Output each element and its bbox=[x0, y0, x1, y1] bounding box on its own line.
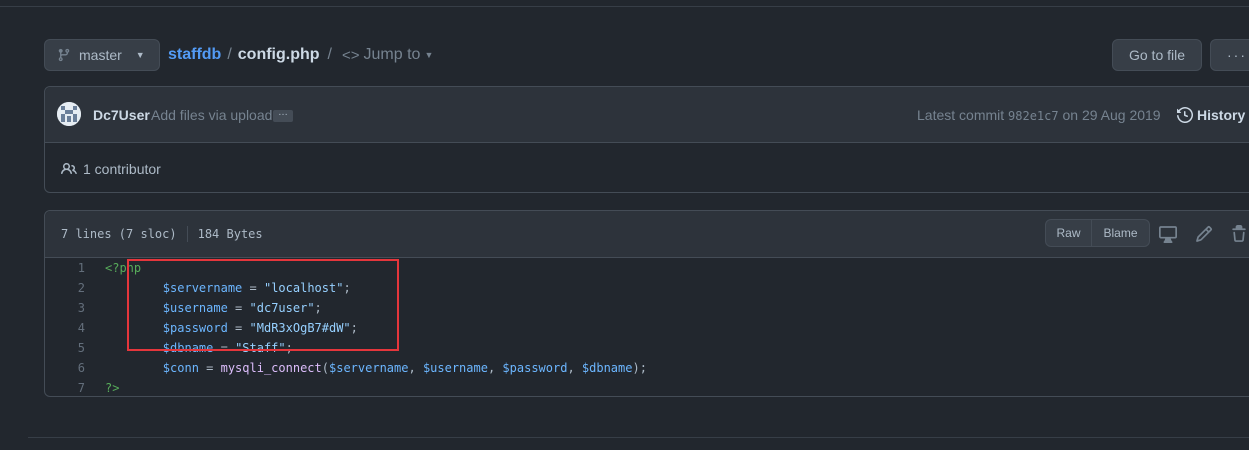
raw-button[interactable]: Raw bbox=[1045, 219, 1092, 247]
code-token: , bbox=[487, 361, 503, 375]
code-token: ); bbox=[632, 361, 647, 375]
raw-blame-group: Raw Blame bbox=[1045, 219, 1150, 247]
breadcrumb: staffdb / config.php / <> Jump to ▼ bbox=[168, 46, 433, 64]
code-token: $dbname bbox=[581, 361, 633, 375]
line-number[interactable]: 4 bbox=[45, 318, 105, 338]
go-to-file-button[interactable]: Go to file bbox=[1112, 39, 1202, 71]
code-token: mysqli_connect bbox=[220, 361, 322, 375]
code-token: $servername bbox=[329, 361, 409, 375]
commit-sha-link[interactable]: 982e1c7 bbox=[1008, 109, 1059, 123]
highlight-box bbox=[127, 259, 399, 351]
code-content: ?> bbox=[105, 378, 119, 398]
people-icon bbox=[61, 162, 77, 175]
file-size: 184 Bytes bbox=[197, 227, 263, 241]
code-token: ( bbox=[321, 361, 329, 375]
avatar[interactable] bbox=[57, 102, 81, 126]
commit-date: on 29 Aug 2019 bbox=[1062, 107, 1161, 123]
breadcrumb-separator: / bbox=[227, 46, 232, 63]
code-token: ?> bbox=[105, 381, 120, 395]
latest-commit-info: Latest commit 982e1c7 on 29 Aug 2019 bbox=[917, 107, 1161, 123]
breadcrumb-separator-2: / bbox=[327, 46, 332, 63]
commit-author-link[interactable]: Dc7User bbox=[93, 107, 150, 123]
bottom-divider bbox=[28, 437, 1249, 438]
file-line-count: 7 lines (7 sloc) bbox=[61, 227, 177, 241]
code-content: $conn = mysqli_connect($servername, $use… bbox=[105, 358, 647, 378]
breadcrumb-repo-link[interactable]: staffdb bbox=[168, 46, 221, 64]
code-token: = bbox=[198, 361, 221, 375]
history-link[interactable]: History bbox=[1177, 107, 1245, 123]
pencil-icon[interactable] bbox=[1195, 225, 1213, 243]
commit-expand-button[interactable]: … bbox=[273, 108, 293, 122]
blame-button[interactable]: Blame bbox=[1092, 219, 1150, 247]
code-token: , bbox=[567, 361, 582, 375]
code-line: 6 $conn = mysqli_connect($servername, $u… bbox=[45, 358, 1249, 378]
branch-select-button[interactable]: master ▼ bbox=[44, 39, 160, 71]
more-options-button[interactable]: ··· bbox=[1210, 39, 1249, 71]
commit-box: Dc7User Add files via upload … Latest co… bbox=[44, 86, 1249, 193]
commit-message-link[interactable]: Add files via upload bbox=[151, 107, 272, 123]
line-number[interactable]: 2 bbox=[45, 278, 105, 298]
chevron-down-icon: ▼ bbox=[424, 50, 434, 60]
code-token: $password bbox=[502, 361, 568, 375]
line-number[interactable]: 7 bbox=[45, 378, 105, 398]
contributors-label: 1 contributor bbox=[83, 161, 161, 177]
git-branch-icon bbox=[58, 48, 70, 62]
jump-to-button[interactable]: <> Jump to ▼ bbox=[342, 46, 433, 64]
line-number[interactable]: 5 bbox=[45, 338, 105, 358]
line-number[interactable]: 3 bbox=[45, 298, 105, 318]
code-token: $conn bbox=[162, 361, 199, 375]
code-line: 7 ?> bbox=[45, 378, 1249, 398]
commit-header: Dc7User Add files via upload … Latest co… bbox=[45, 87, 1249, 143]
line-number[interactable]: 1 bbox=[45, 258, 105, 278]
file-info-divider bbox=[186, 226, 188, 242]
code-icon: <> bbox=[342, 46, 360, 64]
breadcrumb-file: config.php bbox=[237, 46, 320, 63]
line-number[interactable]: 6 bbox=[45, 358, 105, 378]
latest-commit-label: Latest commit bbox=[917, 107, 1005, 123]
chevron-down-icon: ▼ bbox=[135, 50, 145, 60]
history-label: History bbox=[1197, 107, 1246, 123]
file-header: 7 lines (7 sloc) 184 Bytes Raw Blame bbox=[45, 211, 1249, 258]
code-token: , bbox=[408, 361, 423, 375]
desktop-icon[interactable] bbox=[1159, 225, 1177, 243]
file-info: 7 lines (7 sloc) 184 Bytes bbox=[61, 226, 263, 242]
code-token: $username bbox=[422, 361, 488, 375]
branch-label: master bbox=[79, 47, 122, 63]
top-divider bbox=[0, 0, 1249, 7]
trash-icon[interactable] bbox=[1230, 225, 1248, 243]
history-icon bbox=[1177, 107, 1193, 123]
jump-to-label: Jump to bbox=[363, 46, 421, 63]
contributors-link[interactable]: 1 contributor bbox=[61, 161, 161, 177]
